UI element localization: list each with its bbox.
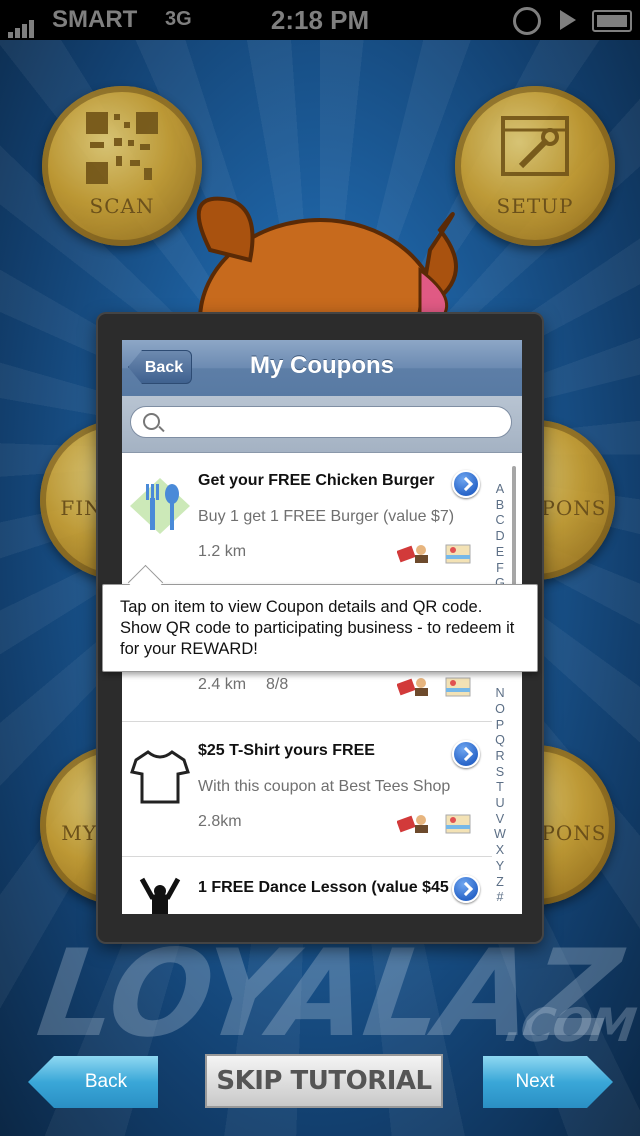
search-input[interactable]: [167, 409, 491, 437]
coupon-distance: 1.2 km: [198, 543, 247, 560]
coupon-tag-icon: [397, 678, 428, 696]
tooltip-text: Tap on item to view Coupon details and Q…: [120, 598, 515, 658]
coupon-tag-icon: [397, 545, 428, 563]
rotation-lock-icon: [513, 7, 541, 35]
index-letter[interactable]: X: [488, 843, 512, 859]
coupon-distance: 2.4 km: [198, 676, 247, 693]
coupon-row-3[interactable]: $25 T-Shirt yours FREE With this coupon …: [122, 722, 492, 857]
coupon-title: Get your FREE Chicken Burger: [198, 472, 435, 489]
index-letter[interactable]: A: [488, 482, 512, 498]
index-letter[interactable]: C: [488, 513, 512, 529]
coupon-description: With this coupon at Best Tees Shop: [198, 778, 451, 795]
clock: 2:18 PM: [270, 5, 370, 35]
coupon-distance: 2.8km: [198, 813, 242, 830]
page-title: My Coupons: [250, 352, 394, 379]
index-letter[interactable]: #: [488, 890, 512, 906]
index-letter[interactable]: P: [488, 718, 512, 734]
map-icon: [445, 677, 471, 697]
search-field[interactable]: [130, 406, 512, 438]
index-letter[interactable]: Y: [488, 859, 512, 875]
coupon-row-4[interactable]: 1 FREE Dance Lesson (value $45: [122, 857, 492, 914]
back-button[interactable]: Back: [28, 1056, 158, 1108]
dancer-icon: [139, 877, 181, 914]
search-icon: [143, 413, 160, 430]
index-letter[interactable]: S: [488, 765, 512, 781]
utensils-icon: [130, 478, 190, 534]
coupon-row-1[interactable]: Get your FREE Chicken Burger Buy 1 get 1…: [122, 452, 492, 585]
next-button[interactable]: Next: [483, 1056, 613, 1108]
scrollbar[interactable]: [512, 466, 516, 586]
index-letter[interactable]: R: [488, 749, 512, 765]
play-icon: [560, 10, 576, 30]
index-letter[interactable]: E: [488, 545, 512, 561]
index-letter[interactable]: W: [488, 827, 512, 843]
status-bar: SMART 3G 2:18 PM: [0, 0, 640, 40]
coupon-title: $25 T-Shirt yours FREE: [198, 742, 375, 759]
index-letter[interactable]: F: [488, 561, 512, 577]
detail-disclosure-button[interactable]: [452, 470, 480, 498]
coupon-tag-icon: [397, 815, 428, 833]
loyalaz-logo: LOYALAZ .COM: [30, 925, 637, 1064]
index-letter[interactable]: N: [488, 686, 512, 702]
index-letter[interactable]: Q: [488, 733, 512, 749]
detail-disclosure-button[interactable]: [452, 740, 480, 768]
detail-disclosure-button[interactable]: [452, 875, 480, 903]
skip-tutorial-button[interactable]: SKIP TUTORIAL: [205, 1054, 443, 1108]
index-letter[interactable]: D: [488, 529, 512, 545]
navigation-bar: Back My Coupons: [122, 340, 522, 397]
index-letter[interactable]: Z: [488, 875, 512, 891]
alphabet-index[interactable]: ABCDEFGH NOPQRSTUVWXYZ#: [488, 482, 512, 906]
battery-icon: [592, 10, 632, 32]
index-letter[interactable]: U: [488, 796, 512, 812]
coupon-title: 1 FREE Dance Lesson (value $45: [198, 879, 449, 896]
coupon-count: 8/8: [266, 676, 289, 693]
index-letter[interactable]: T: [488, 780, 512, 796]
index-letter[interactable]: O: [488, 702, 512, 718]
coupon-description: Buy 1 get 1 FREE Burger (value $7): [198, 508, 455, 525]
tshirt-icon: [130, 750, 190, 804]
tutorial-tooltip: Tap on item to view Coupon details and Q…: [102, 564, 538, 672]
index-letter[interactable]: V: [488, 812, 512, 828]
search-bar: [122, 396, 522, 453]
wrench-icon: [501, 116, 569, 176]
map-icon: [445, 544, 471, 564]
map-icon: [445, 814, 471, 834]
index-letter[interactable]: B: [488, 498, 512, 514]
index-letter[interactable]: [488, 670, 512, 686]
